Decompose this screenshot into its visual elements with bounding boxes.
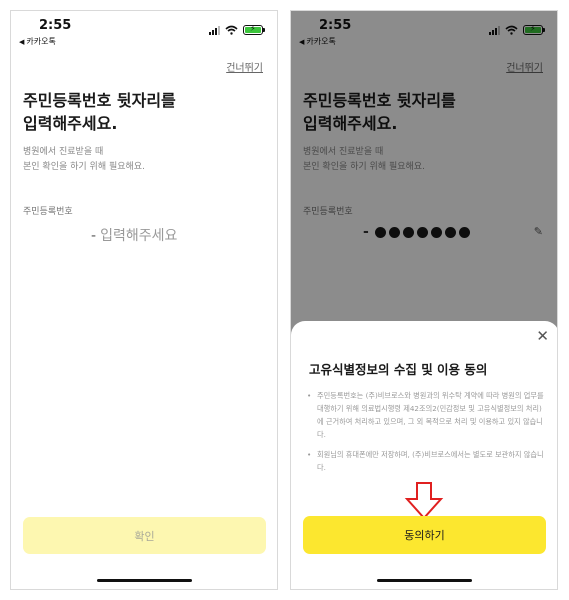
consent-list: • 주민등록번호는 (주)비브로스와 병원과의 위수탁 계약에 따라 병원의 업무…	[307, 389, 545, 481]
home-indicator	[377, 579, 472, 582]
rrn-input-row[interactable]: - 입력해주세요	[23, 221, 267, 247]
page-title: 주민등록번호 뒷자리를 입력해주세요.	[23, 89, 253, 135]
battery-charging-icon: ⚡	[243, 24, 265, 35]
skip-link[interactable]: 건너뛰기	[226, 59, 263, 74]
back-app-label: 카카오톡	[26, 37, 56, 46]
home-indicator	[97, 579, 192, 582]
phone-screen-input: 2:55 ◀ 카카오톡 ⚡ 건너뛰기 주민등록번호 뒷자리를 입력해주세요. 병원…	[10, 10, 278, 590]
desc-line-2: 본인 확인을 하기 위해 필요해요.	[23, 162, 145, 172]
agree-button[interactable]: 동의하기	[303, 516, 546, 554]
consent-bottom-sheet: ✕ 고유식별정보의 수집 및 이용 동의 • 주민등록번호는 (주)비브로스와 병…	[291, 321, 557, 589]
desc-line-1: 병원에서 진료받을 때	[23, 147, 104, 157]
consent-item-text: 회원님의 휴대폰에만 저장하며, (주)비브로스에서는 별도로 보관하지 않습니…	[317, 450, 544, 472]
rrn-dash: -	[91, 228, 97, 244]
close-icon[interactable]: ✕	[536, 327, 549, 345]
signal-icon	[209, 26, 220, 35]
phone-screen-consent: 2:55 ◀ 카카오톡 ⚡ 건너뛰기 주민등록번호 뒷자리를 입력해주세요. 병원…	[290, 10, 558, 590]
status-icons: ⚡	[209, 24, 265, 35]
wifi-icon	[225, 25, 238, 35]
page-description: 병원에서 진료받을 때 본인 확인을 하기 위해 필요해요.	[23, 145, 145, 175]
confirm-button[interactable]: 확인	[23, 517, 266, 554]
rrn-placeholder: 입력해주세요	[100, 228, 178, 244]
consent-item: • 주민등록번호는 (주)비브로스와 병원과의 위수탁 계약에 따라 병원의 업무…	[307, 391, 544, 439]
consent-item: • 회원님의 휴대폰에만 저장하며, (주)비브로스에서는 별도로 보관하지 않습…	[307, 450, 544, 472]
consent-title: 고유식별정보의 수집 및 이용 동의	[309, 362, 488, 377]
back-to-app-link[interactable]: ◀ 카카오톡	[19, 36, 56, 47]
rrn-input[interactable]: - 입력해주세요	[91, 225, 177, 245]
status-time: 2:55	[39, 18, 72, 33]
consent-item-text: 주민등록번호는 (주)비브로스와 병원과의 위수탁 계약에 따라 병원의 업무를…	[317, 391, 544, 439]
status-bar: 2:55 ◀ 카카오톡 ⚡	[11, 11, 277, 51]
title-line-1: 주민등록번호 뒷자리를	[23, 91, 176, 110]
title-line-2: 입력해주세요.	[23, 114, 118, 133]
down-arrow-annotation-icon	[404, 482, 444, 520]
rrn-field-label: 주민등록번호	[23, 207, 73, 217]
back-triangle-icon: ◀	[19, 38, 25, 46]
